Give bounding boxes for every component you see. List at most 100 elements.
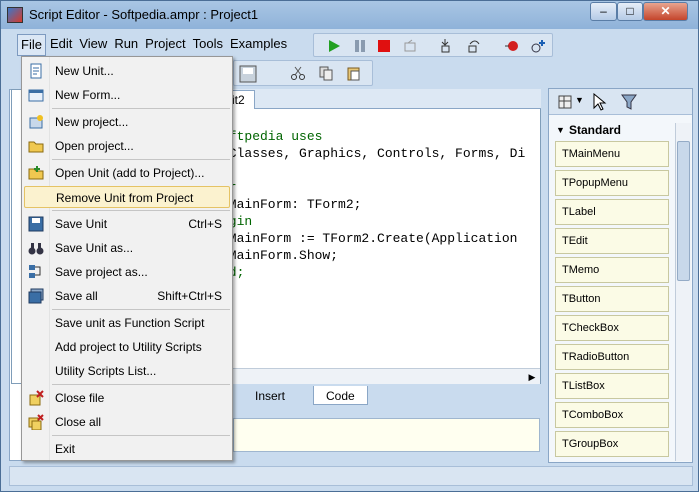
filter-icon[interactable]: [621, 93, 637, 111]
palette-header-label: Standard: [569, 123, 622, 137]
menu-item-add-utility-scripts[interactable]: Add project to Utility Scripts: [24, 336, 230, 358]
palette-item[interactable]: TMemo: [555, 257, 669, 283]
chevron-down-icon[interactable]: ▼: [575, 95, 584, 105]
menu-item-label: Save Unit: [55, 217, 108, 231]
file-menu-dropdown: New Unit... New Form... New project... O…: [21, 56, 233, 461]
palette-item[interactable]: TComboBox: [555, 402, 669, 428]
menu-item-close-file[interactable]: Close file: [24, 387, 230, 409]
menu-item-label: Save unit as Function Script: [55, 316, 205, 330]
edit-toolbar: [233, 60, 373, 86]
menu-item-close-all[interactable]: Close all: [24, 411, 230, 433]
new-unit-icon: [30, 63, 42, 79]
menu-item-open-project[interactable]: Open project...: [24, 135, 230, 157]
step-over-icon[interactable]: [466, 38, 482, 54]
menu-separator: [52, 210, 230, 211]
menu-item-save-project-as[interactable]: Save project as...: [24, 261, 230, 283]
menu-bar: File Edit View Run Project Tools Example…: [17, 34, 291, 56]
menu-project[interactable]: Project: [142, 34, 188, 56]
cut-icon[interactable]: [290, 65, 306, 81]
step-icon[interactable]: [402, 38, 418, 54]
grid-icon[interactable]: [557, 94, 573, 110]
palette-scrollbar[interactable]: [675, 123, 691, 461]
palette-scroll-thumb[interactable]: [677, 141, 690, 281]
pause-icon[interactable]: [352, 38, 368, 54]
menu-separator: [52, 384, 230, 385]
menu-item-label: Remove Unit from Project: [56, 191, 194, 205]
menu-item-save-unit-as[interactable]: Save Unit as...: [24, 237, 230, 259]
menu-item-remove-unit[interactable]: Remove Unit from Project: [24, 186, 230, 208]
minimize-button[interactable]: –: [590, 2, 617, 21]
palette-item[interactable]: TGroupBox: [555, 431, 669, 457]
save-all-icon[interactable]: [238, 64, 258, 84]
menu-item-label: Close file: [55, 391, 105, 405]
menu-separator: [52, 309, 230, 310]
palette-item[interactable]: TListBox: [555, 373, 669, 399]
palette-item[interactable]: TLabel: [555, 199, 669, 225]
breakpoint-icon[interactable]: [504, 38, 520, 54]
menu-item-new-unit[interactable]: New Unit...: [24, 60, 230, 82]
menu-item-shortcut: Ctrl+S: [188, 217, 222, 231]
menu-separator: [52, 435, 230, 436]
palette-item[interactable]: TEdit: [555, 228, 669, 254]
menu-file[interactable]: File: [17, 34, 46, 56]
menu-item-save-function-script[interactable]: Save unit as Function Script: [24, 312, 230, 334]
menu-item-label: Close all: [55, 415, 102, 429]
code-text[interactable]: oftpedia uses Classes, Graphics, Control…: [221, 111, 525, 281]
menu-edit[interactable]: Edit: [47, 34, 75, 56]
stop-icon[interactable]: [376, 38, 392, 54]
palette-category-standard[interactable]: ▼ Standard: [553, 123, 671, 141]
component-palette: ▼ ▼ Standard TMainMenu TPopupMenu TLabel…: [548, 88, 693, 463]
menu-item-shortcut: Shift+Ctrl+S: [157, 289, 222, 303]
menu-item-save-all[interactable]: Save all Shift+Ctrl+S: [24, 285, 230, 307]
window-title: Script Editor - Softpedia.ampr : Project…: [29, 7, 259, 22]
app-window: Script Editor - Softpedia.ampr : Project…: [0, 0, 699, 492]
menu-item-label: Save all: [55, 289, 98, 303]
code-line-1: oftpedia uses: [221, 129, 323, 144]
palette-item[interactable]: TPopupMenu: [555, 170, 669, 196]
palette-item[interactable]: TCheckBox: [555, 315, 669, 341]
pointer-icon[interactable]: [591, 93, 607, 111]
menu-item-label: New project...: [55, 115, 129, 129]
new-form-icon: [28, 89, 44, 102]
palette-item[interactable]: TButton: [555, 286, 669, 312]
messages-panel: [233, 418, 540, 452]
save-icon: [28, 216, 44, 232]
copy-icon[interactable]: [318, 65, 334, 81]
step-into-icon[interactable]: [438, 38, 454, 54]
palette-items: TMainMenu TPopupMenu TLabel TEdit TMemo …: [555, 141, 669, 460]
menu-item-label: Save project as...: [55, 265, 148, 279]
scroll-right-icon[interactable]: ▶: [524, 369, 540, 385]
close-button[interactable]: ✕: [643, 2, 688, 21]
maximize-button[interactable]: □: [617, 2, 643, 21]
menu-examples[interactable]: Examples: [227, 34, 290, 56]
tab-insert[interactable]: Insert: [243, 386, 297, 405]
run-icon[interactable]: [326, 38, 342, 54]
menu-item-new-form[interactable]: New Form...: [24, 84, 230, 106]
palette-item[interactable]: TMainMenu: [555, 141, 669, 167]
paste-icon[interactable]: [346, 65, 362, 81]
title-bar[interactable]: Script Editor - Softpedia.ampr : Project…: [1, 1, 698, 29]
palette-toolbar: ▼: [549, 89, 692, 115]
run-toolbar: [313, 33, 553, 57]
menu-tools[interactable]: Tools: [190, 34, 226, 56]
app-icon: [7, 7, 23, 23]
menu-item-utility-scripts-list[interactable]: Utility Scripts List...: [24, 360, 230, 382]
menu-item-save-unit[interactable]: Save Unit Ctrl+S: [24, 213, 230, 235]
menu-item-new-project[interactable]: New project...: [24, 111, 230, 133]
menu-item-label: Open Unit (add to Project)...: [55, 166, 205, 180]
editor-tab-strip: [231, 89, 541, 109]
collapse-icon[interactable]: ▼: [556, 125, 565, 135]
menu-item-label: Save Unit as...: [55, 241, 134, 255]
menu-run[interactable]: Run: [111, 34, 141, 56]
close-file-icon: [29, 390, 44, 406]
menu-item-label: Add project to Utility Scripts: [55, 340, 202, 354]
binoculars-icon: [28, 243, 44, 255]
menu-item-open-unit[interactable]: Open Unit (add to Project)...: [24, 162, 230, 184]
horizontal-scrollbar[interactable]: ▶: [233, 368, 540, 384]
menu-item-exit[interactable]: Exit: [24, 438, 230, 460]
palette-item[interactable]: TRadioButton: [555, 344, 669, 370]
code-line-7: MainForm := TForm2.Create(Application: [221, 231, 518, 246]
add-watch-icon[interactable]: [530, 38, 546, 54]
tab-code[interactable]: Code: [313, 386, 368, 405]
menu-view[interactable]: View: [76, 34, 110, 56]
